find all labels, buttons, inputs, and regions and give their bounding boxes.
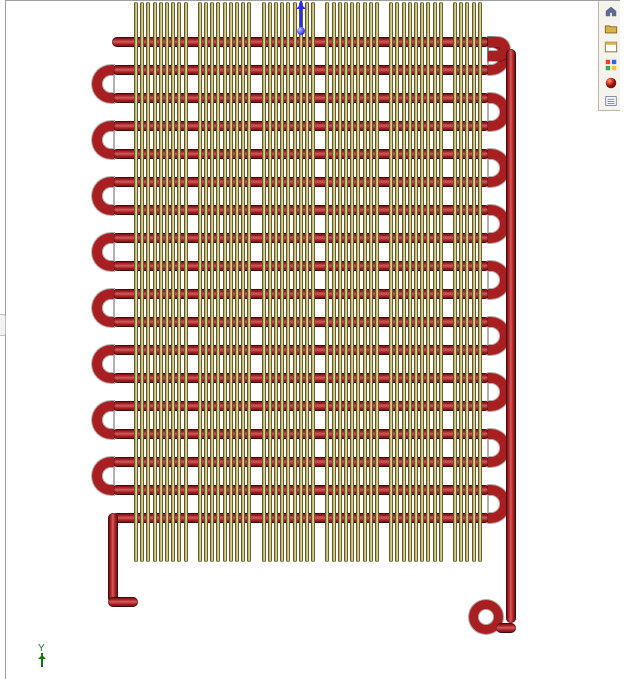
condenser-wire	[177, 2, 181, 562]
condenser-wire	[280, 2, 284, 562]
condenser-wire	[241, 2, 245, 562]
condenser-wire	[216, 2, 220, 562]
condenser-wire	[235, 2, 239, 562]
condenser-wire	[229, 2, 233, 562]
condenser-wire	[140, 2, 144, 562]
design-library-button[interactable]	[601, 21, 620, 37]
condenser-wire	[171, 2, 175, 562]
condenser-outlet-tail	[496, 623, 516, 633]
condenser-wire	[478, 2, 482, 562]
condenser-wire	[363, 2, 367, 562]
condenser-wire	[459, 2, 463, 562]
condenser-wire	[325, 2, 329, 562]
condenser-wire	[184, 2, 188, 562]
appearances-button[interactable]	[601, 75, 620, 91]
condenser-wire	[305, 2, 309, 562]
solidworks-resources-button[interactable]	[601, 3, 620, 19]
condenser-u-bend	[92, 177, 114, 215]
condenser-wire	[356, 2, 360, 562]
condenser-wire	[153, 2, 157, 562]
custom-properties-button[interactable]	[601, 93, 620, 109]
condenser-tube-exit-left	[108, 597, 138, 607]
file-explorer-button[interactable]	[601, 39, 620, 55]
condenser-wire	[210, 2, 214, 562]
condenser-wire	[465, 2, 469, 562]
condenser-wire	[369, 2, 373, 562]
condenser-wire	[299, 2, 303, 562]
condenser-wire	[262, 2, 266, 562]
view-palette-button[interactable]	[601, 57, 620, 73]
condenser-wire	[146, 2, 150, 562]
condenser-wire	[204, 2, 208, 562]
condenser-u-bend	[92, 65, 114, 103]
condenser-wire	[402, 2, 406, 562]
condenser-wire	[420, 2, 424, 562]
condenser-u-bend	[92, 121, 114, 159]
task-pane-toolbar	[598, 1, 620, 111]
condenser-wire	[293, 2, 297, 562]
list-icon	[604, 94, 618, 108]
home-icon	[604, 4, 618, 18]
condenser-wire	[414, 2, 418, 562]
condenser-wire	[311, 2, 315, 562]
window-icon	[604, 40, 618, 54]
folder-icon	[604, 22, 618, 36]
condenser-wire	[439, 2, 443, 562]
condenser-wire	[247, 2, 251, 562]
condenser-wire	[286, 2, 290, 562]
condenser-u-bend	[92, 457, 114, 495]
condenser-wire	[389, 2, 393, 562]
condenser-wire	[426, 2, 430, 562]
condenser-u-bend	[92, 289, 114, 327]
condenser-wire	[134, 2, 138, 562]
condenser-wire	[395, 2, 399, 562]
sphere-icon	[604, 76, 618, 90]
model-scene	[6, 1, 620, 679]
condenser-wire	[165, 2, 169, 562]
condenser-wire	[350, 2, 354, 562]
condenser-u-bend	[92, 233, 114, 271]
condenser-wire	[274, 2, 278, 562]
condenser-u-bend	[92, 401, 114, 439]
condenser-wire	[159, 2, 163, 562]
condenser-wire	[375, 2, 379, 562]
condenser-wire	[268, 2, 272, 562]
condenser-wire	[472, 2, 476, 562]
palette-icon	[604, 58, 618, 72]
condenser-wire	[198, 2, 202, 562]
condenser-wire	[453, 2, 457, 562]
condenser-wire	[433, 2, 437, 562]
condenser-wire	[223, 2, 227, 562]
condenser-tube-drop-left	[108, 513, 118, 603]
condenser-wire	[408, 2, 412, 562]
condenser-u-bend	[92, 345, 114, 383]
condenser-wire	[344, 2, 348, 562]
condenser-wire	[332, 2, 336, 562]
condenser-outlet-vertical	[506, 49, 516, 623]
condenser-wire	[338, 2, 342, 562]
graphics-viewport[interactable]: Y	[5, 0, 620, 679]
panel-resize-handle[interactable]	[0, 314, 6, 336]
